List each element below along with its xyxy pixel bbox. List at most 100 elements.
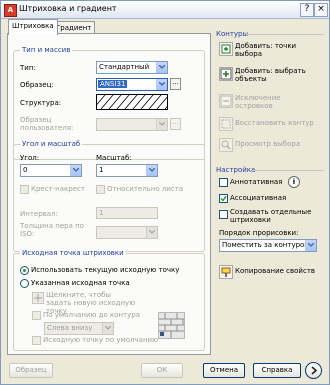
app-icon: A bbox=[4, 4, 17, 17]
add-pick-points-label: Добавить: точки выбора bbox=[235, 42, 297, 58]
scale-value: 1 bbox=[99, 166, 104, 174]
hatch-tab-panel: Тип и массив Тип: Стандартный Образец: A… bbox=[7, 33, 211, 355]
pen-width-label: Толщина пера по ISO: bbox=[20, 222, 84, 238]
pick-origin-button[interactable] bbox=[32, 292, 44, 304]
spacing-input[interactable]: 1 bbox=[96, 207, 158, 219]
default-boundary-checkbox[interactable] bbox=[32, 311, 41, 320]
use-current-origin-label: Использовать текущую исходную точку bbox=[31, 266, 180, 274]
scale-label: Масштаб: bbox=[96, 154, 132, 162]
pen-width-select[interactable] bbox=[96, 226, 158, 239]
user-pattern-label: Образец пользователя: bbox=[20, 116, 74, 132]
add-points-icon bbox=[221, 44, 231, 54]
chevron-down-icon bbox=[146, 227, 157, 238]
chevron-down-icon bbox=[156, 62, 167, 73]
settings-separator bbox=[252, 170, 324, 171]
angle-scale-legend: Угол и масштаб bbox=[20, 140, 83, 148]
draw-order-value: Поместить за контуром bbox=[222, 241, 310, 249]
pattern-browse-button[interactable]: ... bbox=[170, 78, 181, 90]
angle-value: 0 bbox=[23, 166, 28, 174]
recreate-boundary-icon bbox=[221, 119, 231, 129]
separate-hatches-checkbox[interactable] bbox=[219, 210, 228, 219]
type-pattern-legend: Тип и массив bbox=[20, 46, 73, 54]
pattern-value: ANSI31 bbox=[98, 80, 128, 88]
type-label: Тип: bbox=[20, 64, 36, 72]
origin-legend: Исходная точка штриховки bbox=[20, 249, 126, 257]
add-select-objects-label: Добавить: выбрать объекты bbox=[235, 67, 306, 83]
chevron-down-icon bbox=[156, 119, 167, 130]
preview-button[interactable]: Образец bbox=[9, 363, 53, 378]
crosshatch-label: Крест-накрест bbox=[31, 185, 85, 193]
scale-select[interactable]: 1 bbox=[96, 164, 158, 177]
crosshatch-checkbox[interactable] bbox=[20, 185, 29, 194]
add-pick-points-button[interactable] bbox=[219, 42, 233, 56]
inherit-properties-label: Копирование свойств bbox=[235, 267, 316, 275]
tab-hatch[interactable]: Штриховка bbox=[8, 19, 58, 35]
specified-origin-radio[interactable] bbox=[20, 279, 29, 288]
help-button[interactable]: Справка bbox=[253, 363, 301, 378]
draw-order-select[interactable]: Поместить за контуром bbox=[219, 239, 317, 252]
help-title-button[interactable]: ? bbox=[300, 3, 314, 17]
save-default-origin-checkbox[interactable] bbox=[32, 336, 41, 345]
magnifier-icon bbox=[221, 140, 231, 150]
default-boundary-label: По умолчанию до контура bbox=[43, 311, 141, 319]
origin-preview-image bbox=[158, 312, 185, 339]
separate-hatches-label: Создавать отдельные штриховки bbox=[230, 208, 312, 224]
user-pattern-select[interactable] bbox=[96, 118, 168, 131]
draw-order-label: Порядок прорисовки: bbox=[219, 229, 299, 237]
title-bar: A Штриховка и градиент ? × bbox=[1, 1, 329, 19]
checkmark-icon bbox=[220, 195, 227, 202]
close-button[interactable]: × bbox=[314, 3, 328, 17]
spacing-value: 1 bbox=[99, 209, 104, 217]
remove-islands-label: Исключение островков bbox=[235, 94, 281, 110]
origin-position-value: Слева внизу bbox=[47, 324, 93, 332]
angle-label: Угол: bbox=[20, 154, 40, 162]
chevron-down-icon bbox=[70, 165, 81, 176]
relative-paper-checkbox[interactable] bbox=[96, 185, 105, 194]
crosshair-icon bbox=[34, 294, 42, 302]
info-icon[interactable]: i bbox=[288, 176, 300, 188]
view-selections-label: Просмотр выбора bbox=[235, 140, 301, 148]
save-default-origin-label: Исходную точку по умолчанию bbox=[43, 336, 158, 344]
structure-label: Структура: bbox=[20, 99, 62, 107]
origin-position-select[interactable]: Слева внизу bbox=[44, 322, 114, 335]
add-objects-icon bbox=[220, 68, 232, 80]
settings-heading: Настройка bbox=[216, 166, 256, 174]
contours-heading: Контуры bbox=[216, 30, 249, 38]
relative-paper-label: Относительно листа bbox=[107, 185, 184, 193]
chevron-down-icon bbox=[146, 165, 157, 176]
chevron-right-icon bbox=[311, 366, 318, 375]
spacing-label: Интервал: bbox=[20, 210, 58, 218]
recreate-boundary-label: Восстановить контур bbox=[235, 119, 314, 127]
pattern-swatch[interactable] bbox=[96, 94, 168, 110]
cancel-button[interactable]: Отмена bbox=[203, 363, 245, 378]
chevron-down-icon bbox=[102, 323, 113, 334]
inherit-brush-icon bbox=[221, 267, 231, 277]
user-pattern-browse-button[interactable]: ... bbox=[170, 118, 181, 130]
use-current-origin-radio[interactable] bbox=[20, 266, 29, 275]
type-value: Стандартный bbox=[99, 63, 150, 71]
brick-pattern-icon bbox=[159, 313, 184, 338]
associative-checkbox[interactable] bbox=[219, 194, 228, 203]
contours-separator bbox=[246, 34, 324, 35]
hatch-preview-icon bbox=[97, 95, 167, 109]
pattern-select[interactable]: ANSI31 bbox=[96, 78, 168, 91]
expand-button[interactable] bbox=[305, 362, 322, 379]
annotative-label: Аннотативная bbox=[230, 178, 283, 186]
inherit-properties-button[interactable] bbox=[219, 265, 233, 279]
remove-boundaries-icon bbox=[220, 95, 232, 107]
hatch-gradient-dialog: A Штриховка и градиент ? × Штриховка Гра… bbox=[0, 0, 330, 385]
remove-islands-button[interactable] bbox=[219, 94, 233, 108]
annotative-checkbox[interactable] bbox=[219, 178, 228, 187]
type-select[interactable]: Стандартный bbox=[96, 61, 168, 74]
view-selections-button[interactable] bbox=[219, 138, 233, 152]
specified-origin-label: Указанная исходная точка bbox=[31, 279, 130, 287]
chevron-down-icon bbox=[156, 79, 167, 90]
recreate-boundary-button[interactable] bbox=[219, 117, 233, 131]
angle-select[interactable]: 0 bbox=[20, 164, 82, 177]
chevron-down-icon bbox=[305, 240, 316, 251]
window-title: Штриховка и градиент bbox=[19, 4, 117, 13]
pattern-label: Образец: bbox=[20, 81, 54, 89]
associative-label: Ассоциативная bbox=[230, 194, 287, 202]
add-select-objects-button[interactable] bbox=[219, 67, 233, 81]
ok-button[interactable]: ОК bbox=[141, 363, 183, 378]
